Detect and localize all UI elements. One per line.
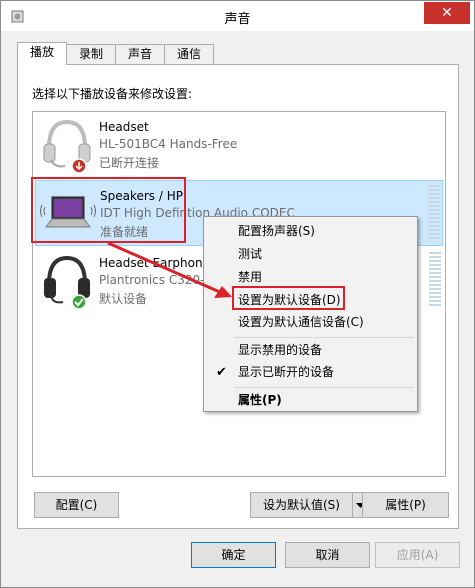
menu-item-set-default-comm[interactable]: 设置为默认通信设备(C) [206, 312, 415, 333]
properties-button[interactable]: 属性(P) [362, 492, 449, 518]
device-item-headset-bt[interactable]: Headset HL-501BC4 Hands-Free 已断开连接 [35, 112, 443, 178]
set-default-button[interactable]: 设为默认值(S) [250, 492, 353, 518]
context-menu: 配置扬声器(S) 测试 禁用 设置为默认设备(D) 设置为默认通信设备(C) 显… [203, 216, 418, 412]
tab-playback[interactable]: 播放 [17, 42, 67, 65]
menu-item-disable[interactable]: 禁用 [206, 267, 415, 288]
menu-item-test[interactable]: 测试 [206, 244, 415, 265]
device-status: 默认设备 [99, 292, 148, 306]
speakers-highlight-box [31, 177, 186, 243]
volume-level-meter [428, 185, 440, 241]
device-name: Headset Earphone [99, 256, 210, 270]
menu-item-show-disconnected[interactable]: ✔ 显示已断开的设备 [206, 362, 415, 383]
device-description: HL-501BC4 Hands-Free [99, 137, 238, 151]
menu-item-show-disabled[interactable]: 显示禁用的设备 [206, 340, 415, 361]
device-description: Plantronics C320-M [99, 273, 215, 287]
headset-icon [39, 116, 95, 174]
cancel-button[interactable]: 取消 [285, 542, 370, 568]
window-title: 声音 [224, 12, 251, 27]
close-button[interactable]: ✕ [424, 2, 470, 24]
menu-item-configure-speakers[interactable]: 配置扬声器(S) [206, 221, 415, 242]
device-status: 已断开连接 [99, 156, 160, 170]
menu-separator [234, 337, 414, 338]
title-bar: 声音 ✕ [1, 1, 474, 31]
device-name: Headset [99, 120, 149, 134]
ok-button[interactable]: 确定 [191, 542, 276, 568]
instruction-text: 选择以下播放设备来修改设置: [32, 87, 193, 101]
tab-sounds[interactable]: 声音 [115, 44, 165, 64]
set-default-highlight-box [232, 286, 345, 310]
volume-level-meter [429, 252, 441, 308]
tab-recording[interactable]: 录制 [66, 44, 116, 64]
headset-icon [39, 252, 95, 310]
configure-button[interactable]: 配置(C) [34, 492, 119, 518]
apply-button[interactable]: 应用(A) [375, 542, 460, 568]
tab-communications[interactable]: 通信 [164, 44, 214, 64]
menu-item-label: 显示已断开的设备 [238, 365, 335, 379]
menu-item-properties[interactable]: 属性(P) [206, 390, 415, 411]
checkmark-icon: ✔ [216, 365, 227, 380]
menu-separator [234, 387, 414, 388]
